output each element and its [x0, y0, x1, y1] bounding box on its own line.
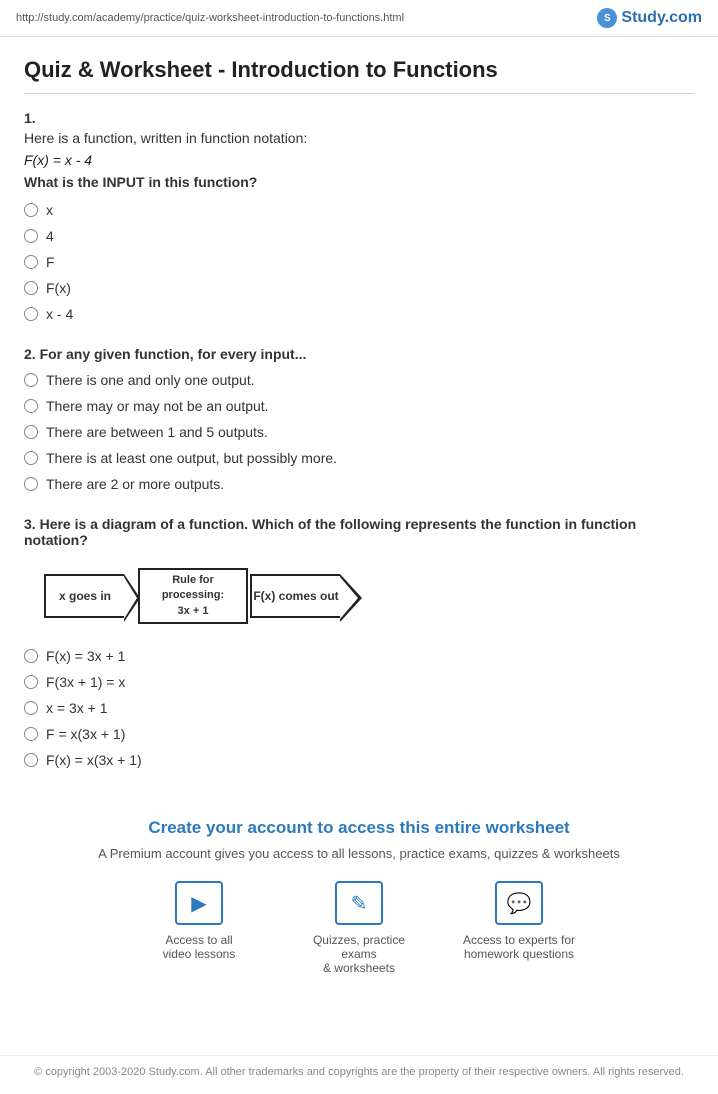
radio-1-4[interactable] — [24, 281, 38, 295]
radio-1-5[interactable] — [24, 307, 38, 321]
radio-3-4[interactable] — [24, 727, 38, 741]
question-1: 1. Here is a function, written in functi… — [24, 110, 694, 322]
q1-prompt: What is the INPUT in this function? — [24, 174, 694, 190]
page-title: Quiz & Worksheet - Introduction to Funct… — [24, 57, 694, 94]
q1-options: x 4 F F(x) x - 4 — [24, 202, 694, 322]
q1-option-3[interactable]: F — [24, 254, 694, 270]
q1-option-1[interactable]: x — [24, 202, 694, 218]
radio-2-2[interactable] — [24, 399, 38, 413]
site-header: http://study.com/academy/practice/quiz-w… — [0, 0, 718, 37]
diagram-output-label: F(x) comes out — [253, 589, 338, 603]
question-2: 2. For any given function, for every inp… — [24, 346, 694, 492]
q1-option-4[interactable]: F(x) — [24, 280, 694, 296]
diagram-rule-formula: 3x + 1 — [178, 604, 209, 619]
footer: © copyright 2003-2020 Study.com. All oth… — [0, 1055, 718, 1094]
diagram-output-arrow: F(x) comes out — [250, 574, 340, 618]
q3-option-5[interactable]: F(x) = x(3x + 1) — [24, 752, 694, 768]
q3-option-1[interactable]: F(x) = 3x + 1 — [24, 648, 694, 664]
url-bar: http://study.com/academy/practice/quiz-w… — [16, 12, 404, 24]
q1-option-5[interactable]: x - 4 — [24, 306, 694, 322]
q3-option-2[interactable]: F(3x + 1) = x — [24, 674, 694, 690]
cta-subtitle: A Premium account gives you access to al… — [44, 846, 674, 861]
q2-number: 2. For any given function, for every inp… — [24, 346, 694, 362]
q3-options: F(x) = 3x + 1 F(3x + 1) = x x = 3x + 1 F… — [24, 648, 694, 768]
diagram-input-arrow: x goes in — [44, 574, 124, 618]
q3-option-3[interactable]: x = 3x + 1 — [24, 700, 694, 716]
radio-1-2[interactable] — [24, 229, 38, 243]
cta-label-quizzes: Quizzes, practice exams& worksheets — [299, 933, 419, 975]
question-3: 3. Here is a diagram of a function. Whic… — [24, 516, 694, 768]
site-logo[interactable]: S Study.com — [597, 8, 702, 28]
radio-1-1[interactable] — [24, 203, 38, 217]
q1-formula: F(x) = x - 4 — [24, 152, 694, 168]
cta-item-quizzes: ✎ Quizzes, practice exams& worksheets — [299, 881, 419, 975]
q2-option-2[interactable]: There may or may not be an output. — [24, 398, 694, 414]
q1-number: 1. — [24, 110, 694, 126]
chat-icon: 💬 — [495, 881, 543, 925]
q1-intro: Here is a function, written in function … — [24, 130, 694, 146]
quiz-icon: ✎ — [335, 881, 383, 925]
radio-3-3[interactable] — [24, 701, 38, 715]
diagram-rule-label: Rule for processing: — [140, 573, 246, 604]
radio-2-3[interactable] — [24, 425, 38, 439]
radio-2-1[interactable] — [24, 373, 38, 387]
q2-option-3[interactable]: There are between 1 and 5 outputs. — [24, 424, 694, 440]
function-diagram: x goes in Rule for processing: 3x + 1 F(… — [44, 568, 694, 624]
cta-section: Create your account to access this entir… — [24, 798, 694, 1015]
cta-item-experts: 💬 Access to experts forhomework question… — [459, 881, 579, 975]
q2-option-4[interactable]: There is at least one output, but possib… — [24, 450, 694, 466]
main-content: Quiz & Worksheet - Introduction to Funct… — [0, 37, 718, 1055]
radio-3-1[interactable] — [24, 649, 38, 663]
logo-text: Study.com — [621, 9, 702, 27]
cta-label-video: Access to allvideo lessons — [163, 933, 236, 961]
q3-option-4[interactable]: F = x(3x + 1) — [24, 726, 694, 742]
q2-options: There is one and only one output. There … — [24, 372, 694, 492]
radio-1-3[interactable] — [24, 255, 38, 269]
radio-3-2[interactable] — [24, 675, 38, 689]
radio-2-5[interactable] — [24, 477, 38, 491]
q1-option-2[interactable]: 4 — [24, 228, 694, 244]
cta-item-video: ▶ Access to allvideo lessons — [139, 881, 259, 975]
cta-label-experts: Access to experts forhomework questions — [463, 933, 575, 961]
q2-option-1[interactable]: There is one and only one output. — [24, 372, 694, 388]
video-icon: ▶ — [175, 881, 223, 925]
radio-2-4[interactable] — [24, 451, 38, 465]
cta-icons: ▶ Access to allvideo lessons ✎ Quizzes, … — [44, 881, 674, 975]
diagram-input-label: x goes in — [59, 589, 111, 603]
q2-option-5[interactable]: There are 2 or more outputs. — [24, 476, 694, 492]
cta-title: Create your account to access this entir… — [44, 818, 674, 838]
q3-number: 3. Here is a diagram of a function. Whic… — [24, 516, 694, 548]
radio-3-5[interactable] — [24, 753, 38, 767]
logo-icon: S — [597, 8, 617, 28]
diagram-rule-box: Rule for processing: 3x + 1 — [138, 568, 248, 624]
